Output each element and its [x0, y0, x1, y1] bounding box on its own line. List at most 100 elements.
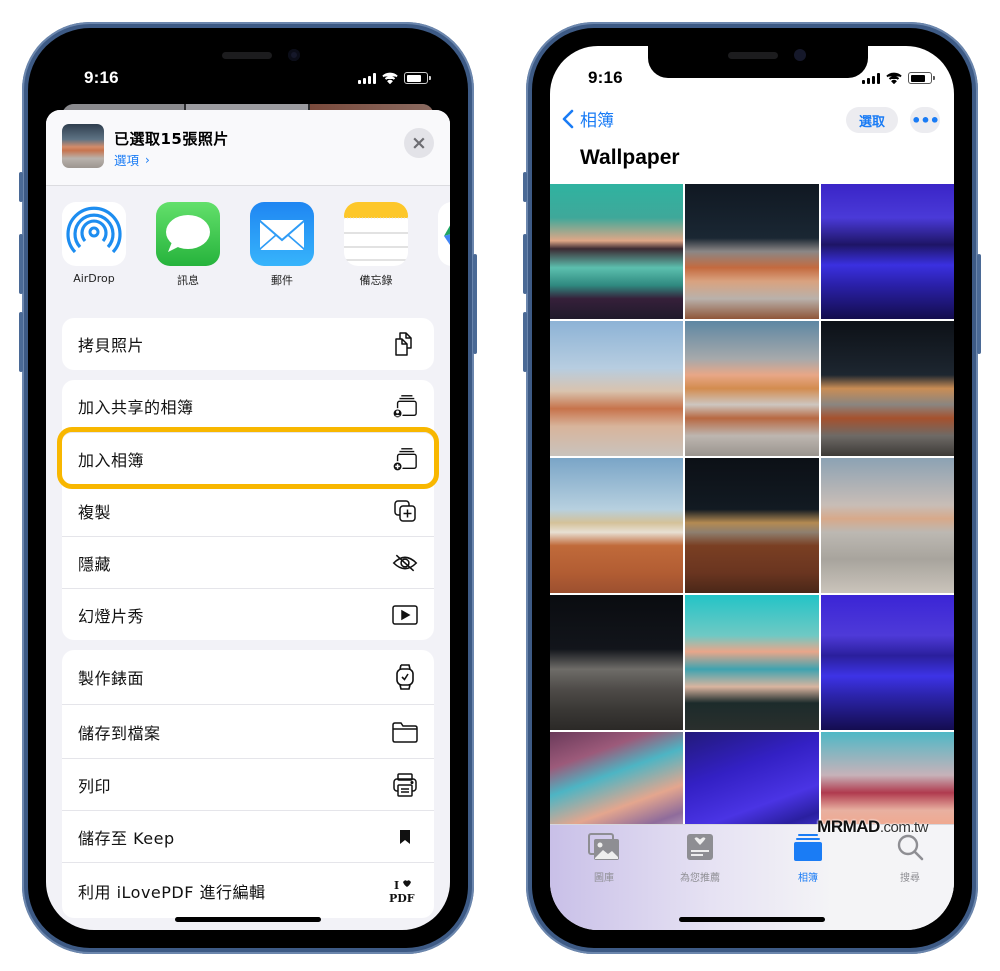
action-group-copy: 拷貝照片: [62, 318, 434, 370]
action-label: 製作錶面: [78, 669, 145, 688]
chevron-right-icon: ›: [145, 152, 150, 167]
mute-switch: [523, 172, 527, 202]
action-label: 拷貝照片: [78, 336, 145, 355]
status-time: 9:16: [588, 68, 623, 87]
left-screen: 9:16 已選取15張照片 選項 › × AirDrop 訊息 郵件 備忘錄 拷…: [46, 46, 450, 930]
album-title: Wallpaper: [580, 146, 680, 169]
tab-label: 搜尋: [900, 873, 920, 884]
cellular-signal-icon: [862, 72, 880, 84]
status-time: 9:16: [84, 68, 119, 87]
ilovepdf-icon: I PDF: [388, 878, 418, 905]
tab-library[interactable]: 圖庫: [564, 833, 644, 884]
app-label: 訊息: [177, 274, 199, 287]
app-label: 備忘錄: [359, 274, 393, 287]
photo-thumbnail[interactable]: [550, 595, 684, 730]
photo-thumbnail[interactable]: [685, 184, 819, 319]
action-label: 加入共享的相簿: [78, 398, 194, 417]
volume-up-button: [19, 234, 23, 294]
share-app-messages[interactable]: 訊息: [156, 202, 220, 298]
notes-icon: [344, 202, 408, 266]
photo-thumbnail[interactable]: [820, 595, 954, 730]
add-album-icon: [392, 446, 418, 472]
selected-photos-thumbnail: [62, 124, 104, 168]
tab-bar: MRMAD.com.tw 圖庫 為您推薦 相簿 搜尋: [550, 817, 954, 930]
share-app-airdrop[interactable]: AirDrop: [62, 202, 126, 298]
photo-thumbnail[interactable]: [550, 458, 684, 593]
folder-icon: [392, 719, 418, 745]
ellipsis-icon: •••: [911, 110, 940, 130]
photo-thumbnail[interactable]: [685, 458, 819, 593]
chevron-left-icon: [562, 109, 574, 128]
home-indicator[interactable]: [679, 917, 825, 922]
action-create-watch-face[interactable]: 製作錶面: [62, 650, 434, 704]
messages-icon: [156, 202, 220, 266]
photo-thumbnail[interactable]: [820, 321, 954, 456]
action-print[interactable]: 列印: [62, 758, 434, 810]
eye-slash-icon: [392, 550, 418, 576]
albums-icon: [794, 834, 822, 861]
cellular-signal-icon: [358, 72, 376, 84]
svg-text:PDF: PDF: [389, 892, 415, 905]
share-app-notes[interactable]: 備忘錄: [344, 202, 408, 298]
right-phone-frame: 9:16 相簿 選取 ••• Wallpaper MRMAD.com.tw 圖庫…: [523, 22, 981, 954]
photo-thumbnail[interactable]: [685, 321, 819, 456]
volume-down-button: [19, 312, 23, 372]
app-label: AirDrop: [73, 272, 115, 285]
side-button: [473, 254, 477, 354]
action-hide[interactable]: 隱藏: [62, 536, 434, 588]
share-sheet-header: 已選取15張照片 選項 › ×: [46, 110, 450, 186]
right-screen: 9:16 相簿 選取 ••• Wallpaper MRMAD.com.tw 圖庫…: [550, 46, 954, 930]
options-link[interactable]: 選項 ›: [114, 150, 150, 169]
svg-text:I: I: [394, 879, 399, 892]
photo-thumbnail[interactable]: [550, 321, 684, 456]
action-label: 幻燈片秀: [78, 606, 145, 626]
shared-album-icon: [392, 393, 418, 419]
tab-search[interactable]: 搜尋: [870, 833, 950, 884]
photo-thumbnail[interactable]: [685, 595, 819, 730]
share-app-google-drive[interactable]: 雲: [438, 202, 450, 298]
action-save-to-keep[interactable]: 儲存至 Keep: [62, 810, 434, 862]
action-duplicate[interactable]: 複製: [62, 484, 434, 536]
close-icon: ×: [411, 132, 427, 154]
mail-icon: [250, 202, 314, 266]
photo-thumbnail[interactable]: [820, 184, 954, 319]
action-slideshow[interactable]: 幻燈片秀: [62, 588, 434, 640]
for-you-icon: [687, 834, 713, 860]
back-button[interactable]: 相簿: [562, 106, 614, 131]
action-add-shared-album[interactable]: 加入共享的相簿: [62, 380, 434, 432]
tab-label: 相簿: [798, 873, 818, 884]
action-edit-ilovepdf[interactable]: 利用 iLovePDF 進行編輯 I PDF: [62, 862, 434, 918]
app-label: 雲: [438, 272, 450, 288]
tab-for-you[interactable]: 為您推薦: [660, 833, 740, 884]
photo-thumbnail[interactable]: [820, 458, 954, 593]
back-label: 相簿: [580, 111, 614, 131]
select-button[interactable]: 選取: [846, 107, 898, 133]
photo-library-icon: [588, 833, 619, 860]
action-label: 複製: [78, 502, 112, 522]
action-label: 利用 iLovePDF 進行編輯: [78, 882, 266, 902]
action-copy-photos[interactable]: 拷貝照片: [62, 318, 434, 370]
photo-thumbnail[interactable]: [550, 184, 684, 319]
duplicate-icon: [392, 498, 418, 524]
home-indicator[interactable]: [175, 917, 321, 922]
photo-grid: [550, 184, 954, 867]
options-link-label: 選項: [114, 153, 140, 168]
search-icon: [897, 834, 924, 861]
share-app-mail[interactable]: 郵件: [250, 202, 314, 298]
wifi-icon: [886, 72, 902, 84]
action-group-more: 製作錶面 儲存到檔案 列印 儲存至 Keep 利用 iLovePDF 進行編輯 …: [62, 650, 434, 918]
copy-icon: [392, 331, 418, 357]
action-add-to-album[interactable]: 加入相簿: [57, 427, 439, 489]
action-label: 列印: [78, 776, 112, 796]
share-sheet-title: 已選取15張照片: [114, 130, 229, 148]
tab-albums[interactable]: 相簿: [768, 833, 848, 884]
app-label: 郵件: [271, 274, 293, 287]
volume-down-button: [523, 312, 527, 372]
more-button[interactable]: •••: [910, 107, 940, 133]
action-group-album: 加入共享的相簿 加入相簿 複製 隱藏 幻燈片秀: [57, 380, 439, 640]
side-button: [977, 254, 981, 354]
watch-icon: [392, 664, 418, 690]
close-button[interactable]: ×: [404, 128, 434, 158]
volume-up-button: [523, 234, 527, 294]
action-save-to-files[interactable]: 儲存到檔案: [62, 704, 434, 758]
